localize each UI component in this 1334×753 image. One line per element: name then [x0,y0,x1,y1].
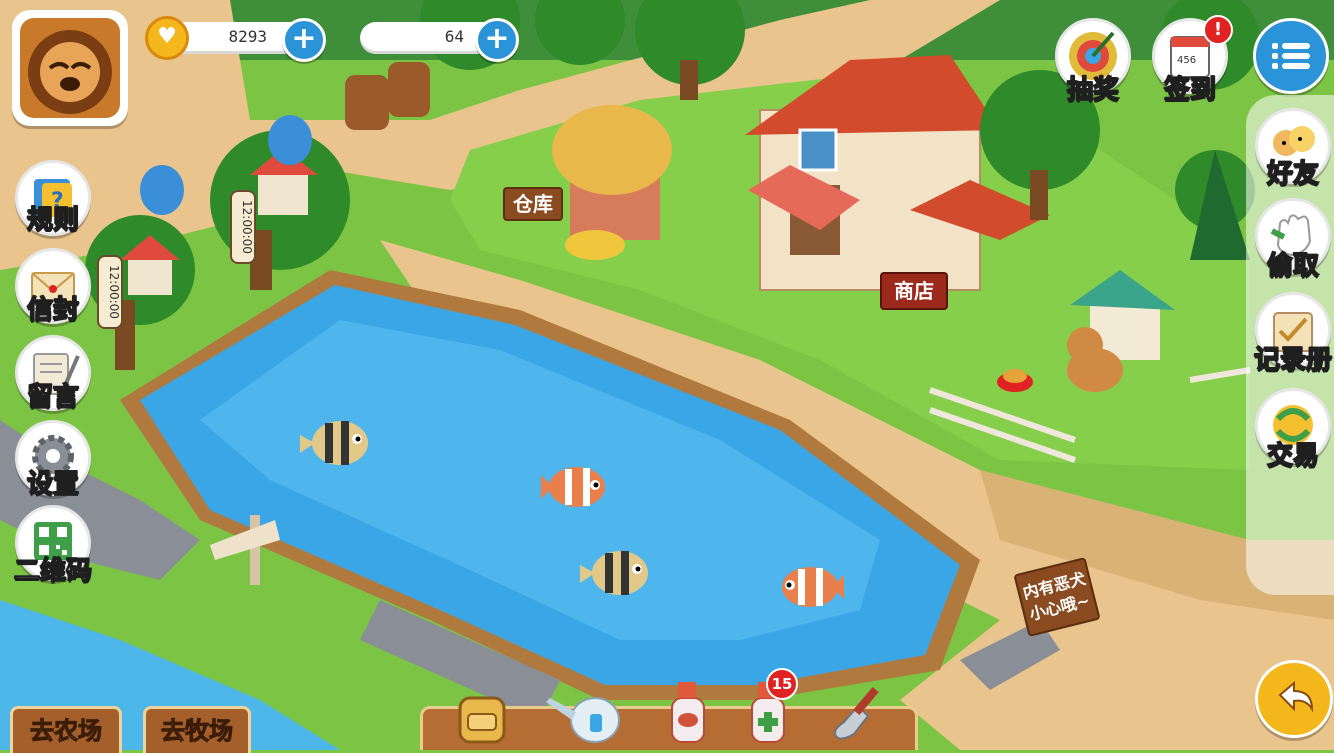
steal-label: 偷取 [1266,250,1319,281]
steal-button[interactable]: 偷取 [1255,198,1331,282]
warehouse-sign[interactable]: 仓库 [503,187,563,221]
backpack-icon[interactable] [448,680,518,750]
records-button[interactable]: 记录册 [1253,292,1333,376]
svg-text:456: 456 [1177,55,1196,66]
shop-sign[interactable]: 商店 [880,272,948,310]
rules-label: 规则 [26,204,79,235]
farm-scene-background [0,0,1334,750]
checkin-alert-badge: ! [1203,15,1233,45]
add-gems-button[interactable]: + [475,18,519,62]
striped-fish[interactable] [295,405,375,475]
mail-button[interactable]: 信封 [15,248,91,326]
coin-icon: ♥ [145,16,189,60]
lottery-button[interactable]: 抽奖 [1055,18,1131,106]
settings-button[interactable]: 设置 [15,420,91,500]
back-button[interactable] [1255,660,1333,738]
go-farm-button[interactable]: 去农场 [10,706,122,753]
tree-timer: 12:00:00 [230,190,256,264]
lion-avatar-icon [20,18,120,118]
gem-count: 64 [444,27,464,46]
fertilizer-count-badge: 15 [766,668,798,700]
mail-label: 信封 [26,294,79,325]
checkin-button[interactable]: 456 签到 ! [1152,15,1233,106]
lottery-label: 抽奖 [1066,74,1119,105]
records-label: 记录册 [1253,344,1332,375]
watering-can-icon[interactable] [540,680,630,750]
player-avatar[interactable] [12,10,128,126]
coin-count: 8293 [228,27,267,46]
clownfish[interactable] [535,455,615,515]
clownfish[interactable] [770,555,850,615]
hamburger-menu-icon [1272,43,1310,69]
shovel-icon[interactable] [822,676,892,748]
pesticide-spray-icon[interactable] [658,676,718,748]
checkin-label: 签到 [1163,74,1216,105]
add-coins-button[interactable]: + [282,18,326,62]
qrcode-button[interactable]: 二维码 [13,505,93,587]
settings-label: 设置 [26,468,79,499]
go-ranch-button[interactable]: 去牧场 [143,706,251,753]
friends-button[interactable]: 好友 [1255,108,1331,190]
message-button[interactable]: 留言 [15,335,91,413]
friends-label: 好友 [1266,158,1319,189]
menu-button[interactable] [1253,18,1329,94]
message-label: 留言 [26,381,79,412]
striped-fish[interactable] [575,535,655,605]
return-arrow-icon [1278,680,1314,713]
rules-button[interactable]: ? 规则 [15,160,91,236]
trade-label: 交易 [1266,440,1319,471]
trade-button[interactable]: 交易 [1255,388,1331,472]
qrcode-label: 二维码 [13,555,92,586]
